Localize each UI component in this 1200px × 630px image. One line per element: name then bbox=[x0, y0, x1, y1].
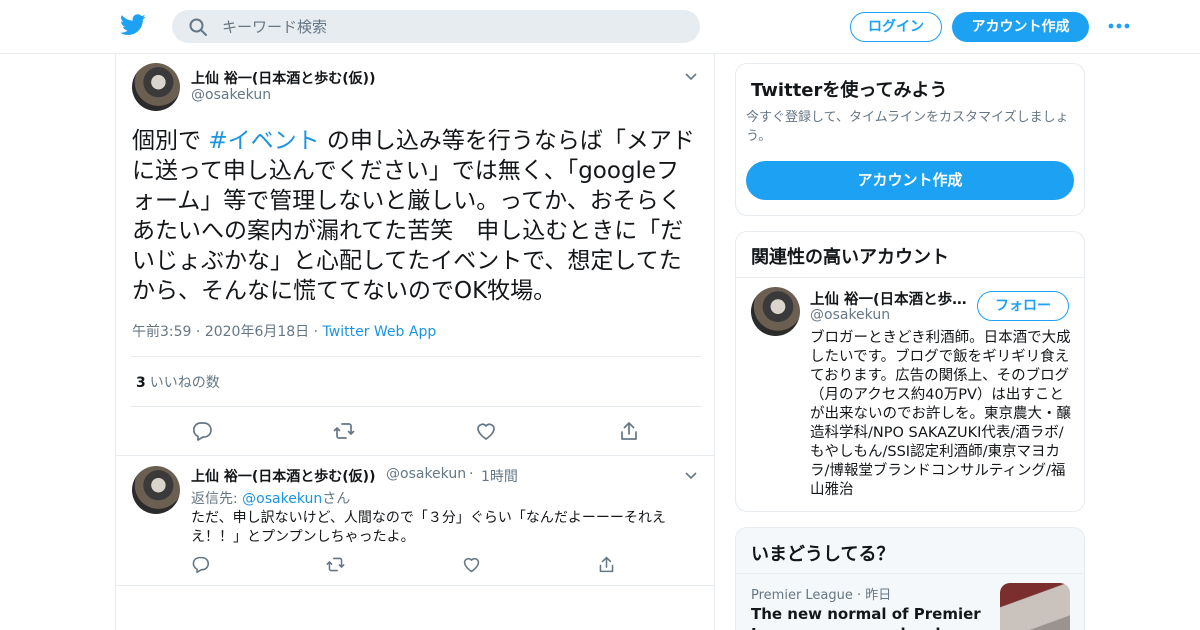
login-button[interactable]: ログイン bbox=[850, 12, 942, 42]
twitter-bird-icon[interactable] bbox=[120, 14, 146, 36]
share-icon[interactable] bbox=[597, 555, 616, 574]
signup-promo-button[interactable]: アカウント作成 bbox=[746, 161, 1074, 200]
signup-button[interactable]: アカウント作成 bbox=[952, 12, 1089, 42]
retweet-icon[interactable] bbox=[326, 555, 345, 574]
tweet-time[interactable]: 午前3:59 bbox=[132, 324, 191, 340]
tweet-text-start: 個別で bbox=[132, 128, 209, 154]
related-account-bio: ブロガーときどき利酒師。日本酒で大成したいです。ブログで飯をギリギリ食えておりま… bbox=[810, 330, 1071, 498]
follow-button[interactable]: フォロー bbox=[977, 291, 1069, 321]
author-handle[interactable]: @osakekun bbox=[191, 87, 271, 103]
trend-source: Premier League · 昨日 bbox=[751, 588, 892, 603]
divider bbox=[736, 277, 1084, 278]
reply-avatar[interactable] bbox=[132, 466, 180, 514]
related-avatar[interactable] bbox=[751, 287, 800, 336]
likes-label: いいねの数 bbox=[149, 375, 220, 391]
hashtag-link[interactable]: #イベント bbox=[208, 128, 319, 154]
replying-handle-link[interactable]: @osakekun bbox=[242, 491, 322, 507]
replying-label: 返信先: bbox=[191, 491, 238, 507]
related-account-handle[interactable]: @osakekun bbox=[810, 307, 890, 323]
divider bbox=[736, 573, 1084, 574]
search-input[interactable] bbox=[222, 10, 682, 43]
like-heart-icon[interactable] bbox=[475, 420, 497, 442]
reply-author-handle[interactable]: @osakekun bbox=[386, 466, 466, 482]
divider bbox=[131, 406, 701, 407]
replying-suffix: さん bbox=[322, 491, 351, 507]
avatar[interactable] bbox=[132, 63, 180, 111]
trends-title: いまどうしてる？ bbox=[751, 544, 895, 565]
replying-to: 返信先: @osakekunさん bbox=[191, 488, 350, 508]
reply-icon[interactable] bbox=[191, 420, 213, 442]
tweet-text: 個別で #イベント の申し込み等を行うならば「メアドに送って申し込んでください」… bbox=[132, 126, 702, 306]
search-box[interactable] bbox=[172, 10, 700, 43]
reply-icon[interactable] bbox=[191, 555, 210, 574]
trend-thumbnail[interactable] bbox=[1000, 583, 1070, 630]
reply-separator: · bbox=[469, 466, 474, 482]
share-icon[interactable] bbox=[618, 420, 640, 442]
trend-headline[interactable]: The new normal of Premier League coverag… bbox=[751, 604, 991, 630]
reply-author-name[interactable]: 上仙 裕一(日本酒と歩む(仮)) bbox=[191, 466, 375, 486]
reply-time[interactable]: 1時間 bbox=[481, 466, 518, 486]
likes-stat[interactable]: 3 いいねの数 bbox=[136, 372, 220, 392]
trend-time: 昨日 bbox=[865, 588, 892, 603]
chevron-down-icon[interactable] bbox=[684, 470, 698, 480]
search-icon bbox=[189, 18, 207, 36]
chevron-down-icon[interactable] bbox=[684, 71, 698, 81]
more-options-icon[interactable] bbox=[1108, 22, 1130, 30]
reply-text: ただ、申し訳ないけど、人間なので「３分」ぐらい「なんだよーーーそれええ！！」とプ… bbox=[191, 510, 666, 545]
author-name[interactable]: 上仙 裕一(日本酒と歩む(仮)) bbox=[191, 68, 375, 88]
divider bbox=[116, 585, 714, 586]
signup-promo-title: Twitterを使ってみよう bbox=[751, 80, 948, 101]
likes-count: 3 bbox=[136, 375, 146, 391]
top-navigation-bar: ログイン アカウント作成 bbox=[0, 0, 1200, 54]
divider bbox=[131, 356, 701, 357]
divider bbox=[116, 455, 714, 456]
tweet-source-app[interactable]: Twitter Web App bbox=[323, 324, 437, 340]
tweet-timestamp: 午前3:59 · 2020年6月18日 · Twitter Web App bbox=[132, 324, 437, 340]
signup-promo-subtitle: 今すぐ登録して、タイムラインをカスタマイズしましょう。 bbox=[746, 110, 1069, 144]
trend-source-name: Premier League bbox=[751, 588, 853, 603]
related-accounts-title: 関連性の高いアカウント bbox=[751, 247, 949, 268]
retweet-icon[interactable] bbox=[333, 420, 355, 442]
signup-promo-card: Twitterを使ってみよう 今すぐ登録して、タイムラインをカスタマイズしましょ… bbox=[735, 63, 1085, 216]
tweet-text-rest: の申し込み等を行うならば「メアドに送って申し込んでください」では無く、「goog… bbox=[132, 128, 695, 304]
related-account-name[interactable]: 上仙 裕一(日本酒と歩… bbox=[810, 288, 967, 309]
related-accounts-card: 関連性の高いアカウント 上仙 裕一(日本酒と歩… @osakekun フォロー … bbox=[735, 231, 1085, 512]
like-heart-icon[interactable] bbox=[462, 555, 481, 574]
tweet-date[interactable]: 2020年6月18日 bbox=[205, 324, 309, 340]
trends-card: いまどうしてる？ Premier League · 昨日 The new nor… bbox=[735, 527, 1085, 630]
tweet-column: 上仙 裕一(日本酒と歩む(仮)) @osakekun 個別で #イベント の申し… bbox=[115, 54, 715, 630]
